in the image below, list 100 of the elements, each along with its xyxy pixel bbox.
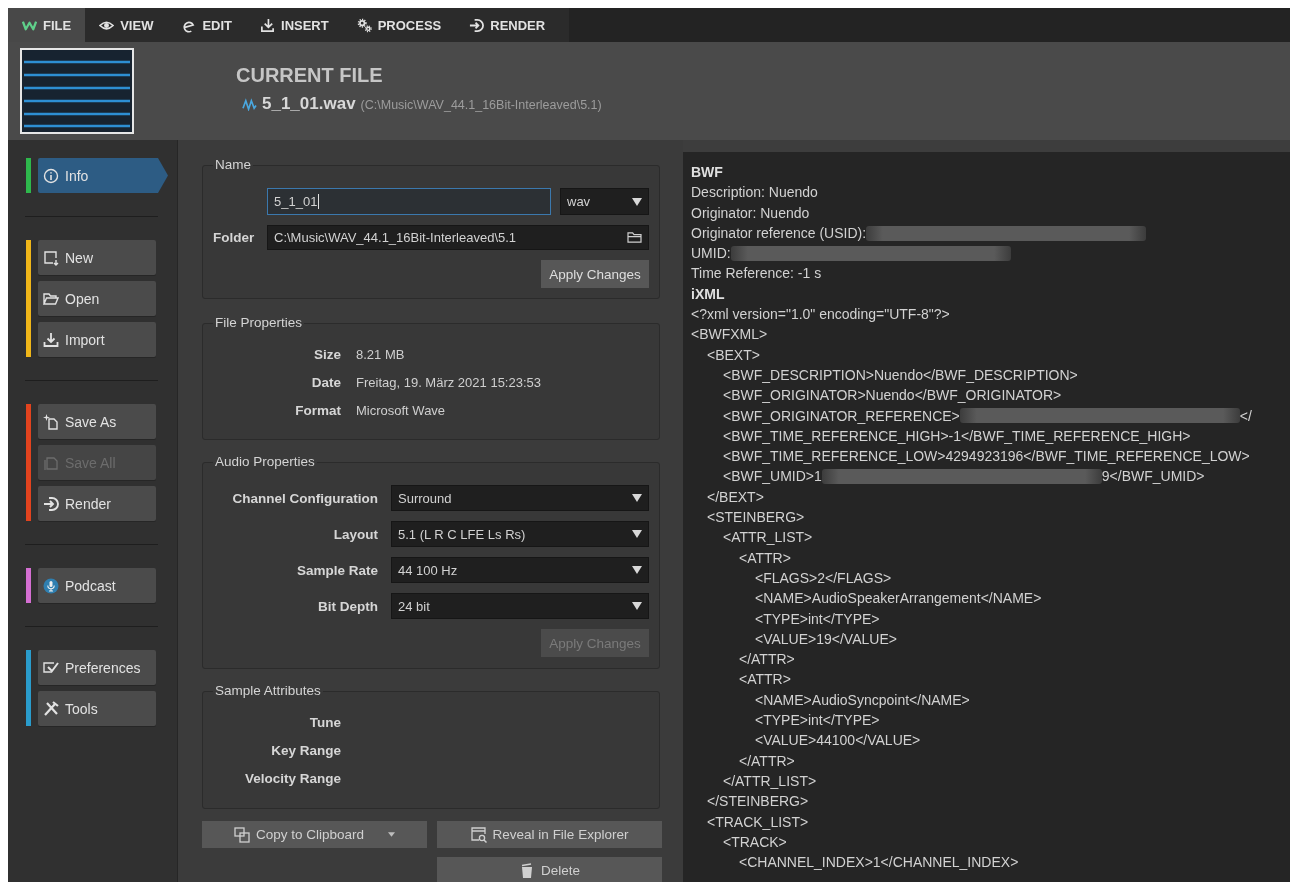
xml-line: <BWF_TIME_REFERENCE_HIGH>-1</BWF_TIME_REFERENCE_HIGH>	[723, 426, 1191, 446]
arrow-bracket-icon	[43, 495, 59, 512]
metadata-line: Description: Nuendo	[691, 183, 818, 203]
metadata-line: Originator: Nuendo	[691, 203, 810, 223]
xml-line: <VALUE>19</VALUE>	[755, 629, 897, 649]
download-tray-icon	[260, 17, 276, 33]
xml-line: </ATTR_LIST>	[723, 771, 817, 791]
section-title: File Properties	[214, 315, 304, 331]
tools-icon	[43, 700, 59, 717]
property-label: Key Range	[271, 742, 341, 760]
property-value: 8.21 MB	[356, 346, 405, 364]
download-tray-icon	[43, 331, 59, 348]
xml-line: </STEINBERG>	[707, 792, 809, 812]
xml-line: <CHANNEL_INDEX>1</CHANNEL_INDEX>	[739, 853, 1019, 873]
sidebar-button[interactable]: Import	[38, 322, 156, 357]
caret-down-icon	[632, 602, 642, 610]
section-title: Name	[214, 157, 252, 173]
section-heading: iXML	[691, 284, 725, 304]
box-tick-icon	[43, 659, 59, 676]
property-label: Tune	[309, 714, 341, 732]
xml-line: <ATTR>	[739, 548, 791, 568]
folder-label: Folder	[213, 230, 255, 245]
xml-line: 9</BWF_UMID>	[1101, 467, 1205, 487]
section-title: Sample Attributes	[214, 683, 322, 699]
ribbon-tab[interactable]: PROCESS	[342, 8, 456, 42]
property-label: Size	[314, 346, 341, 364]
metadata-line: Originator reference (USID):	[691, 223, 867, 243]
file-path: (C:\Music\WAV_44.1_16Bit-Interleaved\5.1)	[360, 97, 602, 114]
property-label: Layout	[333, 526, 378, 542]
waveform-icon	[242, 98, 257, 111]
select-dropdown[interactable]: 5.1 (L R C LFE Ls Rs)	[391, 521, 649, 547]
property-value: Microsoft Wave	[356, 402, 446, 420]
metadata-line: UMID:	[691, 244, 731, 264]
sidebar-button[interactable]: Preferences	[38, 650, 156, 685]
section-title: Audio Properties	[214, 454, 316, 470]
square-arrow-icon	[43, 249, 59, 266]
xml-line: </ATTR>	[739, 751, 795, 771]
xml-line: </	[1239, 406, 1252, 426]
sidebar-button[interactable]: Info	[38, 158, 168, 193]
ribbon-tab[interactable]: VIEW	[85, 8, 168, 42]
property-label: Channel Configuration	[232, 490, 378, 506]
xml-line: <TRACK>	[723, 832, 787, 852]
xml-line: <?xml version="1.0" encoding="UTF-8"?>	[691, 305, 950, 325]
window-search-icon	[470, 826, 487, 843]
xml-line: <ATTR_LIST>	[723, 528, 813, 548]
sidebar-button[interactable]: New	[38, 240, 156, 275]
property-value: Freitag, 19. März 2021 15:23:53	[356, 374, 541, 392]
xml-line: <FLAGS>2</FLAGS>	[755, 568, 892, 588]
name-input[interactable]: 5_1_01	[267, 188, 551, 215]
sidebar-button[interactable]: Save As	[38, 404, 156, 439]
sidebar-button[interactable]: Render	[38, 486, 156, 521]
select-dropdown[interactable]: 44 100 Hz	[391, 557, 649, 583]
sidebar-button[interactable]: Tools	[38, 691, 156, 726]
xml-line: <TYPE>int</TYPE>	[755, 609, 880, 629]
property-label: Format	[295, 402, 341, 420]
xml-line: <BWF_UMID>1	[723, 467, 822, 487]
xml-line: <BWF_TIME_REFERENCE_LOW>4294923196</BWF_TIME_REFERENCE_LOW>	[723, 447, 1250, 467]
extension-dropdown[interactable]: wav	[560, 188, 649, 215]
action-button[interactable]: Reveal in File Explorer	[437, 821, 662, 848]
xml-line: <TYPE>int</TYPE>	[755, 711, 880, 730]
xml-line: <BWF_DESCRIPTION>Nuendo</BWF_DESCRIPTION>	[723, 365, 1078, 385]
action-button[interactable]: Delete	[437, 857, 662, 882]
folder-path-field[interactable]: C:\Music\WAV_44.1_16Bit-Interleaved\5.1	[267, 225, 649, 250]
select-dropdown[interactable]: Surround	[391, 485, 649, 511]
gears-icon	[356, 17, 372, 33]
property-label: Velocity Range	[244, 770, 341, 788]
xml-line: <ATTR>	[739, 670, 791, 690]
ribbon-tab[interactable]: FILE	[8, 8, 86, 42]
file-name: 5_1_01.wav	[262, 95, 356, 113]
caret-down-icon	[632, 530, 642, 538]
sidebar-button[interactable]: Podcast	[38, 568, 156, 603]
xml-line: </ATTR>	[739, 650, 795, 670]
header-title: CURRENT FILE	[236, 63, 384, 88]
xml-line: <NAME>AudioSyncpoint</NAME>	[755, 690, 970, 710]
caret-down-icon	[388, 832, 396, 837]
select-dropdown[interactable]: 24 bit	[391, 593, 649, 619]
folder-icon	[43, 290, 59, 307]
pages-icon	[43, 454, 59, 471]
ribbon-tab[interactable]: RENDER	[455, 8, 570, 42]
sidebar-button[interactable]: Open	[38, 281, 156, 316]
xml-line: </BEXT>	[707, 487, 764, 507]
xml-line: <VALUE>44100</VALUE>	[755, 731, 921, 751]
xml-line: <STEINBERG>	[707, 508, 805, 528]
xml-line: <BWF_ORIGINATOR>Nuendo</BWF_ORIGINATOR>	[723, 386, 1062, 406]
apply-changes-button[interactable]: Apply Changes	[541, 260, 649, 288]
folder-icon	[627, 231, 642, 244]
text-cursor-icon	[318, 194, 320, 209]
trash-icon	[519, 862, 535, 879]
microphone-disc-icon	[43, 577, 59, 594]
page-sparkle-icon	[43, 413, 59, 430]
info-icon	[43, 167, 59, 184]
xml-line: <BEXT>	[707, 345, 760, 365]
ribbon-tab[interactable]: EDIT	[167, 8, 247, 42]
action-button[interactable]: Copy to Clipboard	[202, 821, 427, 848]
xml-line: <TRACK_LIST>	[707, 812, 809, 832]
xml-line: <BWFXML>	[691, 325, 768, 345]
metadata-line: Time Reference: -1 s	[691, 264, 822, 284]
ribbon-tab[interactable]: INSERT	[246, 8, 343, 42]
xml-line: <NAME>AudioSpeakerArrangement</NAME>	[755, 589, 1042, 609]
property-label: Sample Rate	[296, 562, 378, 578]
